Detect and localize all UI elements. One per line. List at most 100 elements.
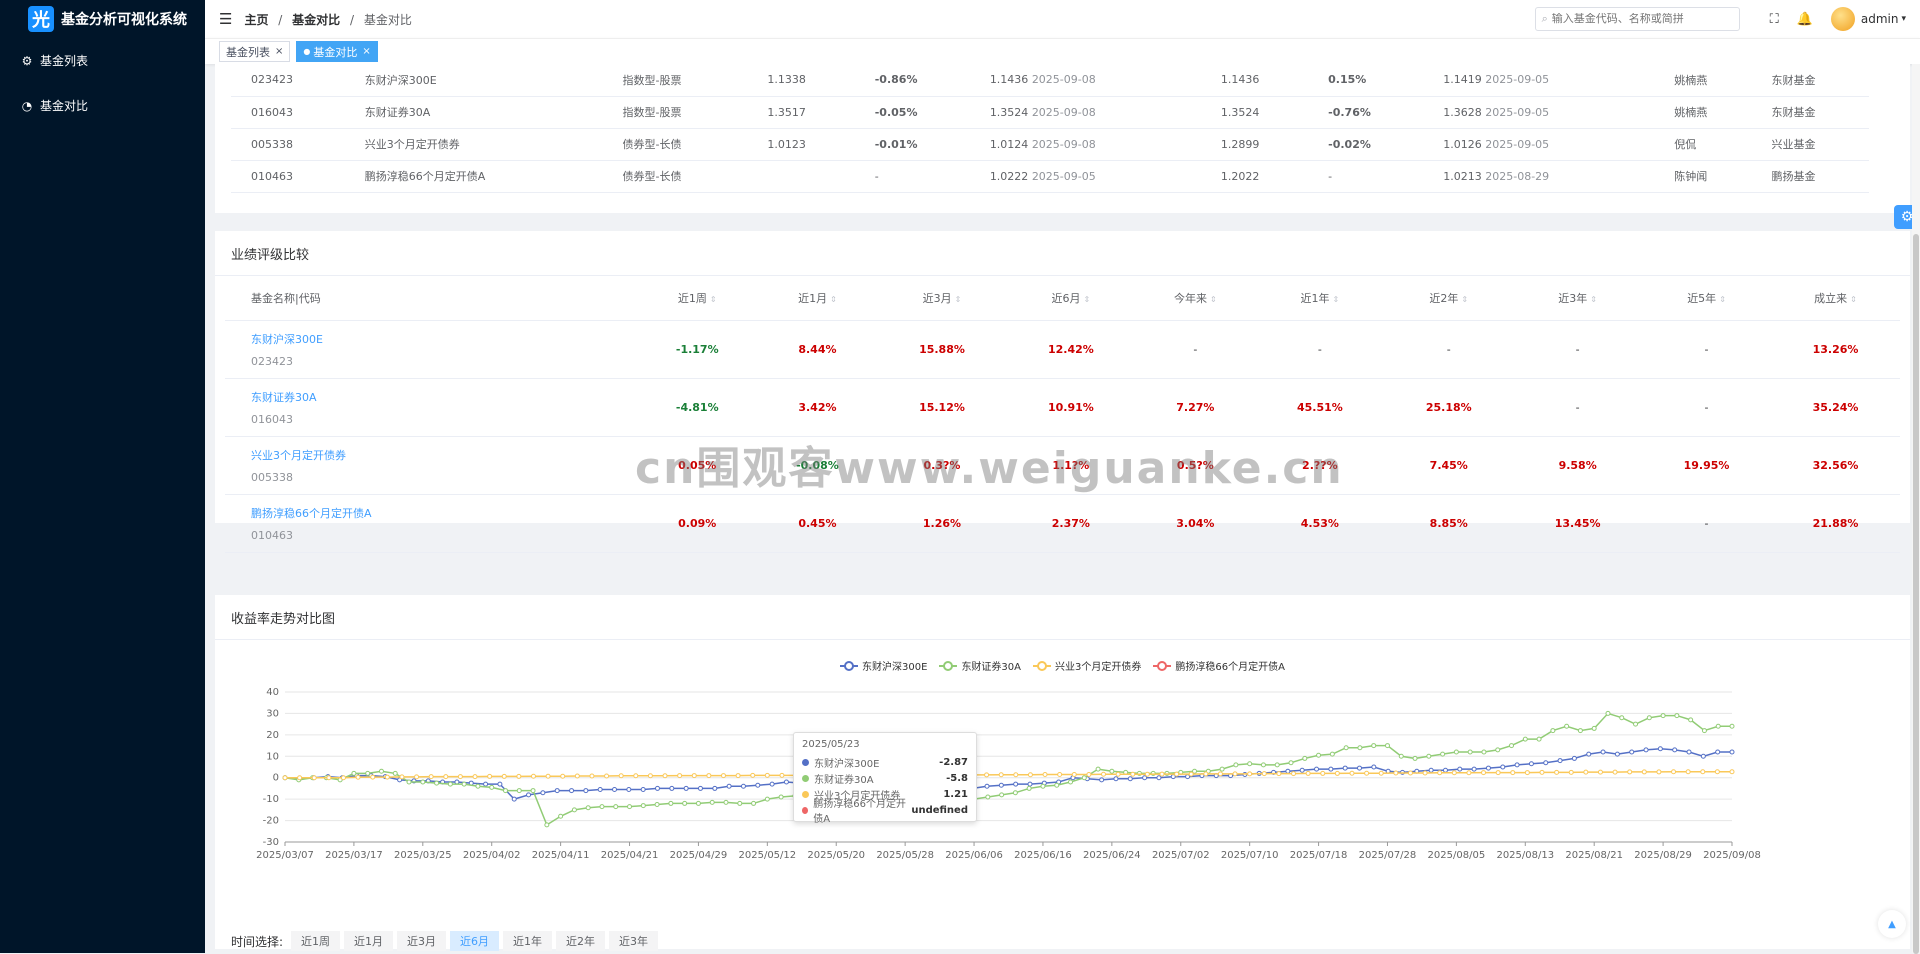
sidebar-item-fund-list[interactable]: ⚙ 基金列表 (0, 38, 205, 83)
line-chart: -30-20-100102030402025/03/072025/03/1720… (215, 640, 1915, 949)
chevron-down-icon[interactable]: ▾ (1901, 14, 1906, 24)
data-point (1615, 752, 1619, 756)
avatar[interactable] (1831, 7, 1855, 31)
fund-link[interactable]: 鹏扬淳稳66个月定开债A (251, 505, 637, 521)
tab-fund-list[interactable]: 基金列表× (219, 41, 290, 62)
column-header[interactable]: 今年来⇕ (1135, 276, 1255, 320)
data-point (584, 789, 588, 793)
fund-link[interactable]: 东财沪深300E (251, 331, 637, 347)
chart-card: 收益率走势对比图 东财沪深300E东财证券30A兴业3个月定开债券鹏扬淳稳66个… (215, 595, 1910, 949)
sort-icon[interactable]: ⇕ (830, 295, 837, 304)
column-header[interactable]: 近5年⇕ (1642, 276, 1771, 320)
data-point (655, 786, 659, 790)
data-point (498, 782, 502, 786)
data-point (1482, 771, 1486, 775)
data-point (379, 769, 383, 773)
crumb-compare[interactable]: 基金对比 (292, 13, 340, 27)
legend-item[interactable]: 兴业3个月定开债券 (1033, 658, 1141, 673)
legend-item[interactable]: 东财证券30A (939, 658, 1021, 673)
data-point (1286, 769, 1290, 773)
data-point (1317, 753, 1321, 757)
search-input[interactable] (1552, 13, 1732, 25)
fullscreen-icon[interactable]: ⛶ (1770, 12, 1779, 27)
table-cell: 债券型-长债 (603, 128, 748, 160)
data-point (1160, 772, 1164, 776)
data-point (476, 784, 480, 788)
sort-icon[interactable]: ⇕ (1210, 295, 1217, 304)
performance-title: 业绩评级比较 (215, 231, 1910, 276)
sort-icon[interactable]: ⇕ (1333, 295, 1340, 304)
fund-link[interactable]: 东财证券30A (251, 389, 637, 405)
data-point (683, 801, 687, 805)
close-icon[interactable]: × (362, 46, 370, 57)
data-point (1537, 737, 1541, 741)
sort-icon[interactable]: ⇕ (1850, 295, 1857, 304)
search-box[interactable]: ⌕ (1535, 7, 1740, 31)
time-option-button[interactable]: 近1年 (503, 931, 552, 951)
fund-link[interactable]: 兴业3个月定开债券 (251, 447, 637, 463)
legend-item[interactable]: 鹏扬淳稳66个月定开债A (1153, 658, 1285, 673)
chart-legend: 东财沪深300E 东财证券30A 兴业3个月定开债券鹏扬淳稳66个月定开债A (215, 658, 1910, 673)
data-point (429, 775, 433, 779)
fund-name-cell[interactable]: 东财沪深300E 023423 (225, 320, 637, 378)
time-option-button[interactable]: 近1月 (344, 931, 393, 951)
sort-icon[interactable]: ⇕ (1719, 295, 1726, 304)
tab-fund-compare[interactable]: ● 基金对比× (296, 41, 377, 62)
data-point (986, 795, 990, 799)
time-option-button[interactable]: 近3月 (397, 931, 446, 951)
column-header[interactable]: 近1年⇕ (1255, 276, 1384, 320)
table-cell: 1.1338 (747, 64, 854, 96)
data-point (985, 773, 989, 777)
fund-name-cell[interactable]: 兴业3个月定开债券005338 (225, 436, 637, 494)
bell-icon[interactable]: 🔔 (1797, 12, 1813, 27)
data-point (1661, 714, 1665, 718)
crumb-home[interactable]: 主页 (244, 13, 268, 27)
sort-icon[interactable]: ⇕ (1084, 295, 1091, 304)
fund-name-cell[interactable]: 鹏扬淳稳66个月定开债A010463 (225, 494, 637, 552)
data-point (1598, 770, 1602, 774)
user-name[interactable]: admin (1861, 12, 1899, 26)
column-header[interactable]: 近6月⇕ (1006, 276, 1135, 320)
data-point (1701, 770, 1705, 774)
table-cell: 鹏扬基金 (1751, 160, 1869, 192)
data-point (312, 776, 316, 780)
data-point (1540, 770, 1544, 774)
sort-icon[interactable]: ⇕ (1590, 295, 1597, 304)
legend-item[interactable]: 东财沪深300E (840, 658, 927, 673)
data-point (1248, 772, 1252, 776)
time-option-button[interactable]: 近3年 (609, 931, 658, 951)
data-point (444, 775, 448, 779)
column-header[interactable]: 近3年⇕ (1513, 276, 1642, 320)
sidebar: 光 基金分析可视化系统 ⚙ 基金列表 ◔ 基金对比 (0, 0, 205, 953)
column-header[interactable]: 近2年⇕ (1384, 276, 1513, 320)
time-option-button[interactable]: 近2年 (556, 931, 605, 951)
column-header[interactable]: 近1月⇕ (757, 276, 877, 320)
column-header[interactable]: 成立来⇕ (1771, 276, 1900, 320)
scrollbar[interactable] (1912, 64, 1920, 953)
table-cell: 7.27% (1135, 378, 1255, 436)
column-header[interactable]: 近1周⇕ (637, 276, 757, 320)
time-option-button[interactable]: 近1周 (291, 931, 340, 951)
menu-toggle-icon[interactable]: ☰ (219, 10, 232, 28)
data-point (1452, 771, 1456, 775)
data-point (1730, 770, 1734, 774)
data-point (1515, 763, 1519, 767)
sort-icon[interactable]: ⇕ (1461, 295, 1468, 304)
fund-code: 023423 (251, 355, 293, 368)
data-point (724, 800, 728, 804)
sidebar-item-fund-compare[interactable]: ◔ 基金对比 (0, 83, 205, 128)
fund-name-cell[interactable]: 东财证券30A016043 (225, 378, 637, 436)
data-point (1620, 716, 1624, 720)
column-header[interactable]: 近3月⇕ (878, 276, 1007, 320)
back-to-top-button[interactable]: ▲ (1878, 910, 1906, 938)
time-option-button[interactable]: 近6月 (450, 931, 499, 951)
sort-icon[interactable]: ⇕ (955, 295, 962, 304)
data-point (546, 774, 550, 778)
data-point (1394, 771, 1398, 775)
table-cell: 债券型-长债 (603, 160, 748, 192)
sort-icon[interactable]: ⇕ (710, 295, 717, 304)
data-point (1096, 767, 1100, 771)
table-cell: 陈钟闻 (1654, 160, 1751, 192)
chart-icon: ◔ (20, 99, 34, 113)
close-icon[interactable]: × (275, 46, 283, 57)
